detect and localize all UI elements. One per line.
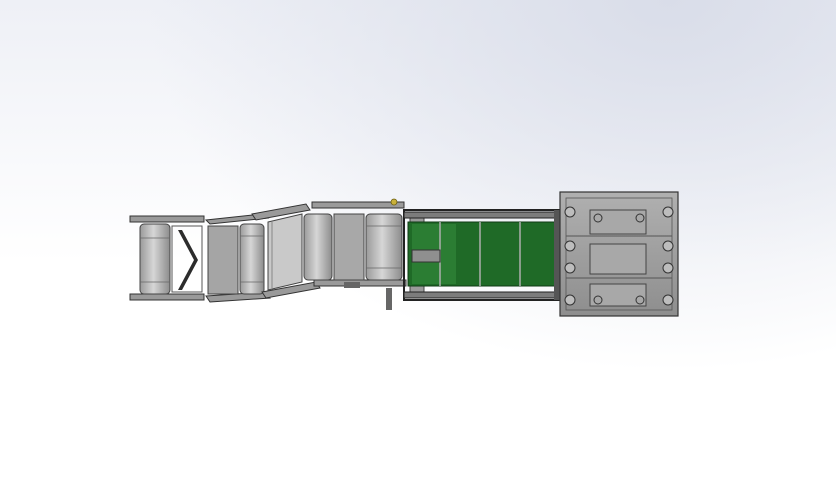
upper-belt-panel [333, 213, 365, 281]
upper-support-leg [386, 288, 392, 310]
upper-roller-2 [365, 213, 403, 281]
tail-roller [139, 223, 171, 295]
upper-top-rail [311, 201, 405, 209]
caster-wheel [564, 240, 576, 252]
middle-conveyor-section-1[interactable] [204, 213, 271, 303]
green-frame-bottom-rail [403, 291, 563, 299]
base-plate-pad [589, 243, 647, 275]
base-plate-assembly[interactable] [559, 191, 679, 317]
mid2-belt-panel [267, 213, 303, 291]
upper-bracket [344, 282, 360, 288]
caster-wheel [662, 262, 674, 274]
caster-wheel [564, 294, 576, 306]
tail-side-plate [171, 225, 203, 293]
tail-top-rail [129, 215, 205, 223]
tail-bottom-rail [129, 293, 205, 301]
caster-wheel [662, 206, 674, 218]
yellow-indicator [390, 198, 398, 206]
upper-roller-1 [303, 213, 333, 281]
cad-model-drawing[interactable] [0, 0, 836, 477]
caster-wheel [662, 294, 674, 306]
tail-conveyor-section[interactable] [129, 215, 205, 301]
mid1-belt-panel [207, 225, 239, 295]
caster-wheel [564, 262, 576, 274]
upper-conveyor-section[interactable] [303, 198, 407, 310]
cad-viewport[interactable] [0, 0, 836, 477]
mid1-roller [239, 223, 265, 295]
green-frame-top-rail [403, 211, 563, 219]
chevron-guide [178, 230, 198, 290]
green-panel-frame[interactable] [403, 209, 563, 301]
green-frame-bracket [411, 249, 441, 263]
caster-wheel [564, 206, 576, 218]
caster-wheel [662, 240, 674, 252]
